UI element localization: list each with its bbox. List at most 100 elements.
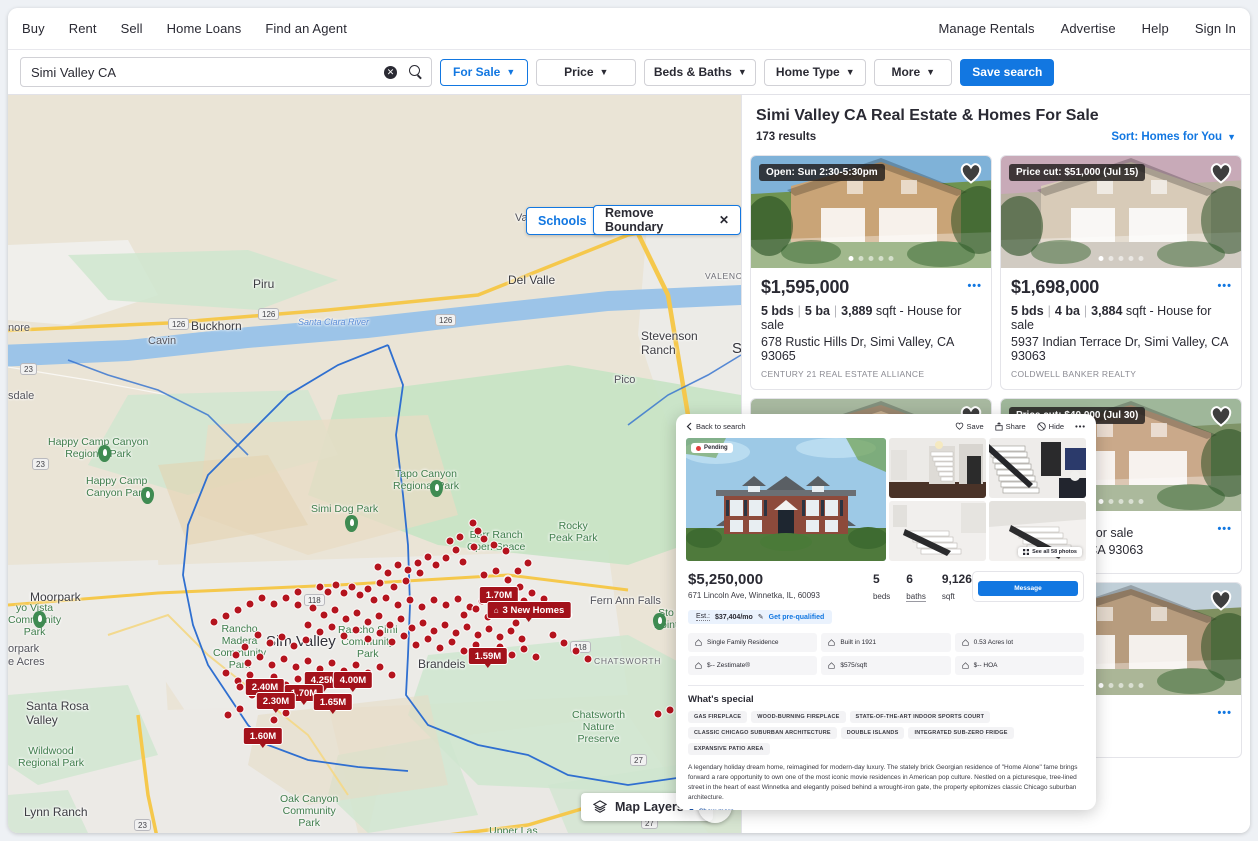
map-canvas[interactable]: PiruBuckhornCavinnoresdaleSanta Clara Ri… [8, 95, 741, 833]
nav-home-loans[interactable]: Home Loans [167, 21, 242, 36]
map-listing-dot[interactable] [388, 638, 397, 647]
map-listing-dot[interactable] [414, 559, 423, 568]
map-listing-dot[interactable] [340, 589, 349, 598]
nav-find-agent[interactable]: Find an Agent [265, 21, 347, 36]
map-listing-dot[interactable] [419, 619, 428, 628]
nav-advertise[interactable]: Advertise [1061, 21, 1116, 36]
listing-photo[interactable]: Price cut: $51,000 (Jul 15) [1001, 156, 1241, 268]
popup-see-all-photos-button[interactable]: See all 58 photos [1018, 547, 1082, 557]
map-listing-dot[interactable] [406, 596, 415, 605]
filter-price[interactable]: Price ▼ [536, 59, 636, 86]
map-listing-dot[interactable] [442, 601, 451, 610]
map-listing-dot[interactable] [236, 705, 245, 714]
map-listing-dot[interactable] [485, 625, 494, 634]
map-listing-dot[interactable] [496, 633, 505, 642]
map-listing-dot[interactable] [394, 561, 403, 570]
map-listing-dot[interactable] [507, 627, 516, 636]
map-listing-dot[interactable] [364, 585, 373, 594]
map-listing-dot[interactable] [320, 611, 329, 620]
carousel-dot[interactable] [1129, 683, 1134, 688]
map-listing-dot[interactable] [441, 621, 450, 630]
map-listing-dot[interactable] [353, 609, 362, 618]
map-listing-dot[interactable] [280, 655, 289, 664]
map-listing-dot[interactable] [666, 706, 675, 715]
photo-carousel-dots[interactable] [1099, 683, 1144, 688]
photo-carousel-dots[interactable] [849, 256, 894, 261]
nav-buy[interactable]: Buy [22, 21, 45, 36]
popup-more-button[interactable]: ••• [1075, 422, 1086, 431]
listing-card[interactable]: Price cut: $51,000 (Jul 15)$1,698,0005 b… [1000, 155, 1242, 390]
carousel-dot[interactable] [1109, 683, 1114, 688]
listing-more-options-icon[interactable]: ••• [1217, 523, 1232, 535]
nav-rent[interactable]: Rent [69, 21, 97, 36]
map-listing-dot[interactable] [270, 716, 279, 725]
clear-search-icon[interactable]: ✕ [384, 66, 397, 79]
favorite-heart-icon[interactable] [959, 162, 983, 184]
map-price-pin[interactable]: 1.60M [243, 727, 283, 745]
favorite-heart-icon[interactable] [1209, 405, 1233, 427]
popup-hide-button[interactable]: Hide [1037, 422, 1064, 431]
listing-more-options-icon[interactable]: ••• [967, 280, 982, 292]
map-listing-dot[interactable] [424, 635, 433, 644]
map-listing-dot[interactable] [332, 581, 341, 590]
map-listing-dot[interactable] [232, 651, 241, 660]
map-listing-dot[interactable] [397, 615, 406, 624]
map-listing-dot[interactable] [454, 595, 463, 604]
map-listing-dot[interactable] [364, 618, 373, 627]
popup-photo-4[interactable] [889, 501, 986, 561]
carousel-dot[interactable] [1129, 256, 1134, 261]
map-listing-dot[interactable] [340, 632, 349, 641]
map-listing-dot[interactable] [388, 671, 397, 680]
carousel-dot[interactable] [1099, 499, 1104, 504]
popup-estimate-chip[interactable]: Est.: $37,404/mo ✎ Get pre-qualified [688, 610, 832, 624]
carousel-dot[interactable] [1119, 499, 1124, 504]
map-price-pin[interactable]: 1.59M [468, 647, 508, 665]
map-listing-dot[interactable] [492, 567, 501, 576]
carousel-dot[interactable] [1109, 499, 1114, 504]
map-listing-dot[interactable] [256, 653, 265, 662]
map-listing-dot[interactable] [258, 594, 267, 603]
map-listing-dot[interactable] [408, 624, 417, 633]
popup-show-more-button[interactable]: ▼ Show more [688, 808, 1084, 810]
map-listing-dot[interactable] [270, 600, 279, 609]
map-listing-dot[interactable] [356, 591, 365, 600]
map-listing-dot[interactable] [532, 653, 541, 662]
map-listing-dot[interactable] [292, 663, 301, 672]
map-listing-dot[interactable] [364, 635, 373, 644]
carousel-dot[interactable] [1139, 499, 1144, 504]
photo-carousel-dots[interactable] [1099, 256, 1144, 261]
map-listing-dot[interactable] [424, 553, 433, 562]
map-listing-dot[interactable] [446, 537, 455, 546]
filter-beds-baths[interactable]: Beds & Baths ▼ [644, 59, 756, 86]
map-listing-dot[interactable] [452, 629, 461, 638]
map-listing-dot[interactable] [452, 546, 461, 555]
property-detail-popup[interactable]: Back to search Save Share [676, 414, 1096, 810]
map-listing-dot[interactable] [512, 619, 521, 628]
map-listing-dot[interactable] [430, 627, 439, 636]
search-icon[interactable] [409, 65, 423, 79]
popup-photo-3[interactable] [989, 438, 1086, 498]
map-listing-dot[interactable] [222, 669, 231, 678]
map-listing-dot[interactable] [384, 569, 393, 578]
carousel-dot[interactable] [1119, 683, 1124, 688]
filter-for-sale[interactable]: For Sale ▼ [440, 59, 528, 86]
carousel-dot[interactable] [1139, 256, 1144, 261]
popup-save-button[interactable]: Save [955, 422, 984, 431]
photo-carousel-dots[interactable] [1099, 499, 1144, 504]
map-listing-dot[interactable] [234, 606, 243, 615]
map-listing-dot[interactable] [304, 657, 313, 666]
map-new-homes-pin[interactable]: ⌂3 New Homes [487, 601, 572, 619]
map-price-pin[interactable]: 4.00M [333, 671, 373, 689]
map-listing-dot[interactable] [374, 563, 383, 572]
popup-get-prequalified-link[interactable]: Get pre-qualified [769, 614, 825, 621]
map-listing-dot[interactable] [448, 638, 457, 647]
map-listing-dot[interactable] [290, 642, 299, 651]
map-listing-dot[interactable] [504, 576, 513, 585]
map-listing-dot[interactable] [316, 583, 325, 592]
popup-photo-2[interactable] [889, 438, 986, 498]
listing-more-options-icon[interactable]: ••• [1217, 707, 1232, 719]
map-listing-dot[interactable] [376, 579, 385, 588]
nav-sell[interactable]: Sell [121, 21, 143, 36]
popup-main-photo[interactable]: Pending [686, 438, 886, 561]
map-listing-dot[interactable] [442, 554, 451, 563]
